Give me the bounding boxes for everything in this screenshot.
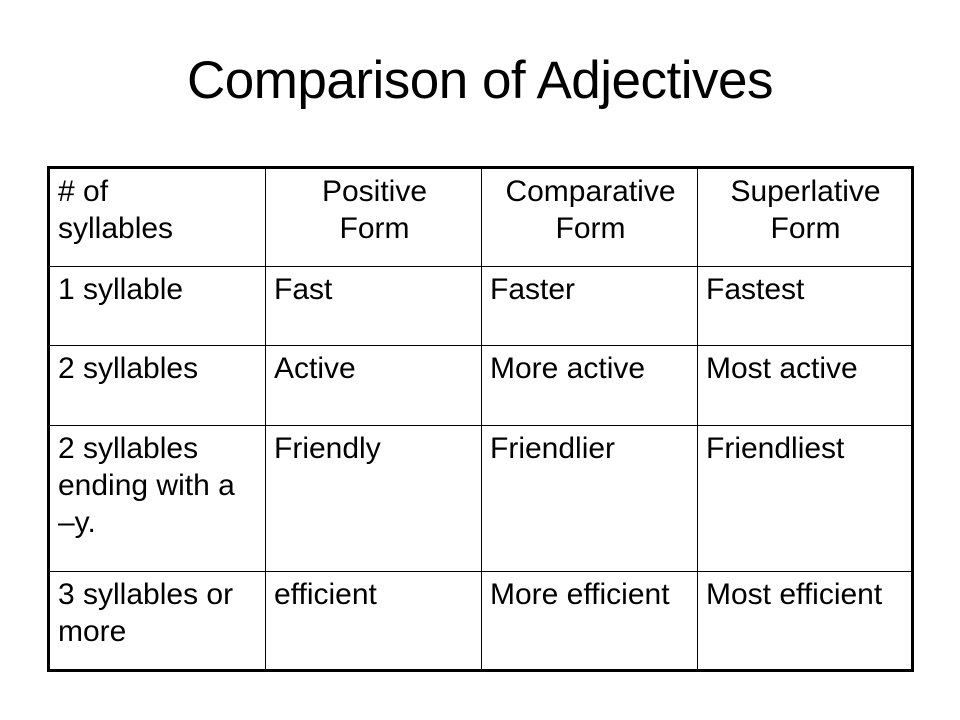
- column-header-comparative-form: Comparative Form: [481, 167, 698, 267]
- cell-comparative-text: More active: [490, 352, 646, 385]
- table-row: 2 syllables Active More active Most acti…: [48, 345, 913, 426]
- cell-comparative-text: More efficient: [490, 578, 670, 611]
- table-header-row: # of syllables Positive Form Comparative…: [48, 167, 913, 267]
- cell-positive: Fast: [265, 266, 482, 346]
- cell-comparative: Faster: [481, 266, 698, 346]
- cell-positive: Friendly: [265, 425, 482, 572]
- cell-superlative-text: Friendliest: [706, 432, 845, 465]
- cell-syllables: 2 syllables: [48, 345, 266, 426]
- cell-positive: efficient: [265, 571, 482, 671]
- cell-syllables-text: 2 syllables ending with a –y.: [58, 432, 235, 539]
- cell-positive-text: Fast: [274, 273, 333, 306]
- cell-syllables-text: 1 syllable: [58, 273, 184, 306]
- cell-comparative: Friendlier: [481, 425, 698, 572]
- table-row: 1 syllable Fast Faster Fastest: [48, 266, 913, 346]
- column-header-syllables-label: # of syllables: [58, 175, 174, 245]
- cell-positive-text: Friendly: [274, 432, 381, 465]
- cell-syllables-text: 2 syllables: [58, 352, 199, 385]
- cell-comparative: More active: [481, 345, 698, 426]
- cell-positive: Active: [265, 345, 482, 426]
- cell-superlative: Most active: [697, 345, 913, 426]
- cell-syllables: 1 syllable: [48, 266, 266, 346]
- cell-superlative-text: Most efficient: [706, 578, 883, 611]
- cell-comparative: More efficient: [481, 571, 698, 671]
- cell-superlative: Fastest: [697, 266, 913, 346]
- cell-syllables: 2 syllables ending with a –y.: [48, 425, 266, 572]
- cell-superlative: Most efficient: [697, 571, 913, 671]
- column-header-comparative-form-label: Comparative Form: [505, 175, 676, 245]
- column-header-positive-form-label: Positive Form: [321, 175, 428, 245]
- slide-canvas: Comparison of Adjectives # of syllables …: [0, 0, 960, 720]
- cell-comparative-text: Friendlier: [490, 432, 616, 465]
- cell-superlative: Friendliest: [697, 425, 913, 572]
- comparison-of-adjectives-table: # of syllables Positive Form Comparative…: [47, 166, 914, 672]
- table-row: 2 syllables ending with a –y. Friendly F…: [48, 425, 913, 572]
- cell-positive-text: efficient: [274, 578, 377, 611]
- column-header-superlative-form-label: Superlative Form: [730, 175, 881, 245]
- page-title: Comparison of Adjectives: [186, 51, 774, 110]
- cell-syllables-text: 3 syllables or more: [58, 578, 234, 648]
- cell-syllables: 3 syllables or more: [48, 571, 266, 671]
- table-row: 3 syllables or more efficient More effic…: [48, 571, 913, 671]
- cell-comparative-text: Faster: [490, 273, 576, 306]
- column-header-syllables: # of syllables: [48, 167, 266, 267]
- cell-superlative-text: Fastest: [706, 273, 805, 306]
- column-header-superlative-form: Superlative Form: [697, 167, 913, 267]
- cell-superlative-text: Most active: [706, 352, 858, 385]
- column-header-positive-form: Positive Form: [265, 167, 482, 267]
- cell-positive-text: Active: [274, 352, 356, 385]
